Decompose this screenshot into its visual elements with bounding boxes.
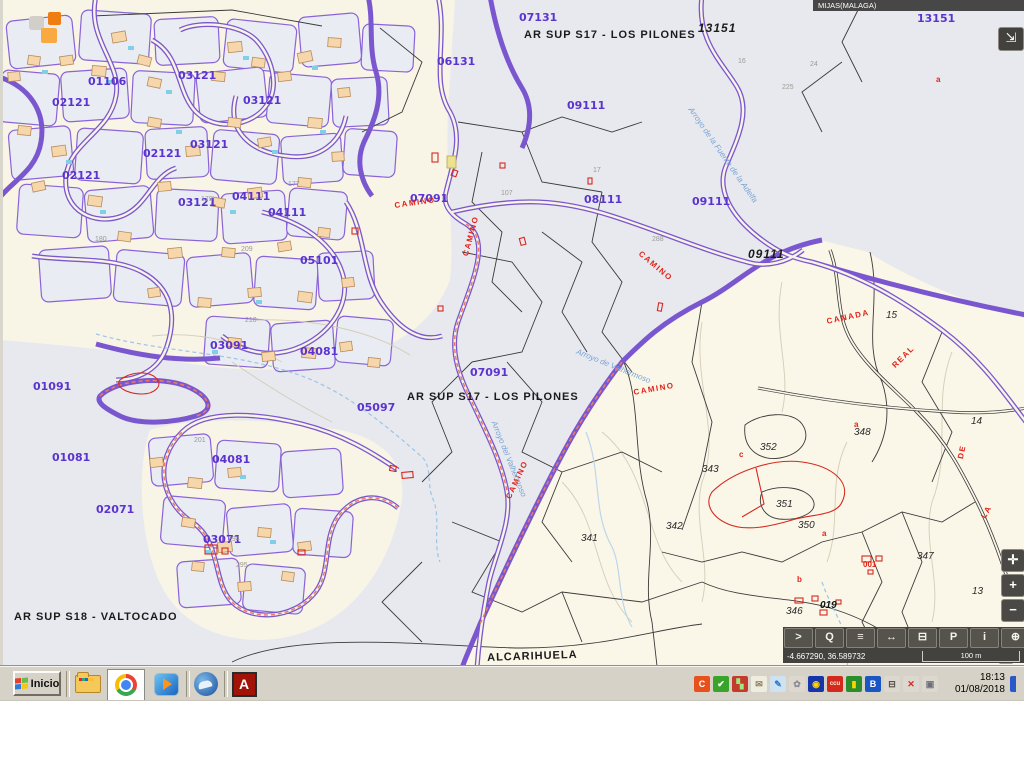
taskbar-item-thunderbird[interactable]	[190, 670, 222, 698]
thunderbird-icon	[194, 672, 218, 696]
window-title: MIJAS(MALAGA)	[813, 0, 1024, 11]
clock-date: 01/08/2018	[955, 684, 1005, 695]
clock-time: 18:13	[980, 672, 1005, 683]
tray-printer-icon[interactable]: ⊟	[884, 676, 900, 692]
taskbar-item-acrobat[interactable]: A	[228, 670, 260, 698]
map-canvas[interactable]: 0713106131091110110603121021210312102121…	[0, 0, 1024, 666]
globe-button[interactable]: ⊕	[1001, 628, 1024, 648]
tray-icon-group: C✔▚✉✎✿◉ccu▮B⊟✕▣	[694, 676, 938, 692]
fullscreen-button[interactable]: ⇲	[998, 27, 1024, 51]
taskbar-separator	[66, 671, 70, 697]
windows-logo-icon	[15, 677, 28, 690]
layers-button[interactable]: ≡	[846, 628, 875, 648]
tray-mail-icon[interactable]: ✉	[751, 676, 767, 692]
start-label: Inicio	[31, 678, 60, 690]
tray-chart-icon[interactable]: ▮	[846, 676, 862, 692]
tray-b-icon[interactable]: B	[865, 676, 881, 692]
zoom-in-button[interactable]: +	[1001, 574, 1024, 597]
extent-button[interactable]: ↔	[877, 628, 906, 648]
tray-mute-icon[interactable]: ✕	[903, 676, 919, 692]
tray-partial-icon[interactable]	[1010, 676, 1016, 692]
map-toolbar: >Q≡↔⊟Pi⊕	[783, 627, 1024, 649]
tray-signal-icon[interactable]: ◉	[808, 676, 824, 692]
info-button[interactable]: i	[970, 628, 999, 648]
tray-antivirus-icon[interactable]: ▚	[732, 676, 748, 692]
taskbar-item-chrome[interactable]	[107, 669, 145, 701]
acrobat-icon: A	[232, 672, 257, 697]
map-statusbar: -4.667290, 36.589732 100 m	[783, 649, 1024, 663]
zoom-out-button[interactable]: −	[1001, 599, 1024, 622]
search-button[interactable]: Q	[815, 628, 844, 648]
tray-flower-icon[interactable]: ✿	[789, 676, 805, 692]
coordinates-readout: -4.667290, 36.589732	[787, 652, 865, 661]
print-button[interactable]: ⊟	[908, 628, 937, 648]
folder-icon	[75, 675, 101, 693]
tray-update-icon[interactable]: ✔	[713, 676, 729, 692]
pan-button[interactable]: ✛	[1001, 549, 1024, 572]
next-button[interactable]: >	[784, 628, 813, 648]
taskbar: Inicio A C✔▚✉✎✿◉ccu▮B⊟✕▣ 18:13 01/08/201…	[0, 666, 1024, 701]
taskbar-item-file-explorer[interactable]	[72, 670, 104, 698]
map-drawing	[0, 0, 1024, 666]
chrome-icon	[115, 674, 137, 696]
tray-cleaner-icon[interactable]: C	[694, 676, 710, 692]
desktop: 0713106131091110110603121021210312102121…	[0, 0, 1024, 768]
position-button[interactable]: P	[939, 628, 968, 648]
taskbar-clock[interactable]: 18:13 01/08/2018	[945, 672, 1005, 696]
tray-pen-icon[interactable]: ✎	[770, 676, 786, 692]
tray-network-icon[interactable]: ▣	[922, 676, 938, 692]
taskbar-item-media-player[interactable]	[150, 670, 182, 698]
tray-ccu-icon[interactable]: ccu	[827, 676, 843, 692]
scale-bar: 100 m	[922, 651, 1020, 662]
start-button[interactable]: Inicio	[13, 671, 61, 696]
empty-screen-area	[0, 700, 1024, 768]
window-edge	[0, 0, 3, 666]
system-tray: C✔▚✉✎✿◉ccu▮B⊟✕▣ 18:13 01/08/2018	[694, 670, 1016, 698]
media-player-icon	[154, 673, 179, 696]
